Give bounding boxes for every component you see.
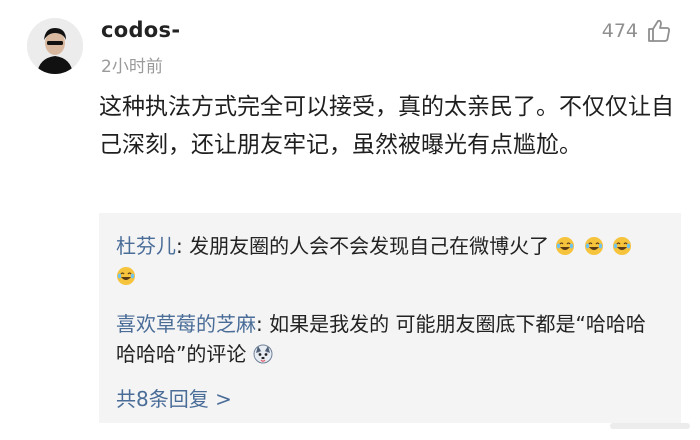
like-count: 474 bbox=[601, 20, 638, 42]
laugh-cry-emoji-icon bbox=[117, 267, 135, 285]
laugh-cry-emoji-icon bbox=[613, 237, 632, 255]
replies-panel: 杜芬儿: 发朋友圈的人会不会发现自己在微博火了 喜欢草莓的芝麻: 如果是我发的 … bbox=[99, 213, 681, 423]
reply-item: 杜芬儿: 发朋友圈的人会不会发现自己在微博火了 bbox=[116, 231, 661, 291]
username[interactable]: codos- bbox=[101, 18, 180, 42]
comment-time: 2小时前 bbox=[101, 57, 163, 77]
thumbs-up-icon bbox=[648, 19, 670, 42]
reply-text: 发朋友圈的人会不会发现自己在微博火了 bbox=[189, 234, 550, 258]
avatar-image bbox=[27, 18, 83, 74]
reply-author[interactable]: 杜芬儿 bbox=[116, 234, 176, 258]
laugh-cry-emoji-icon bbox=[556, 237, 575, 255]
like-button[interactable]: 474 bbox=[602, 18, 672, 44]
reply-separator: : bbox=[176, 234, 190, 258]
watermark-logo bbox=[610, 423, 690, 429]
reply-separator: : bbox=[256, 312, 270, 336]
reply-author[interactable]: 喜欢草莓的芝麻 bbox=[116, 312, 256, 336]
laugh-cry-emoji-icon bbox=[584, 237, 603, 255]
husky-emoji-icon bbox=[253, 344, 273, 364]
reply-item: 喜欢草莓的芝麻: 如果是我发的 可能朋友圈底下都是“哈哈哈哈哈哈”的评论 bbox=[116, 309, 661, 369]
comment-body: 这种执法方式完全可以接受，真的太亲民了。不仅仅让自己深刻，还让朋友牢记，虽然被曝… bbox=[99, 94, 674, 158]
view-all-replies-link[interactable]: 共8条回复 > bbox=[116, 383, 232, 412]
avatar[interactable] bbox=[27, 18, 83, 74]
